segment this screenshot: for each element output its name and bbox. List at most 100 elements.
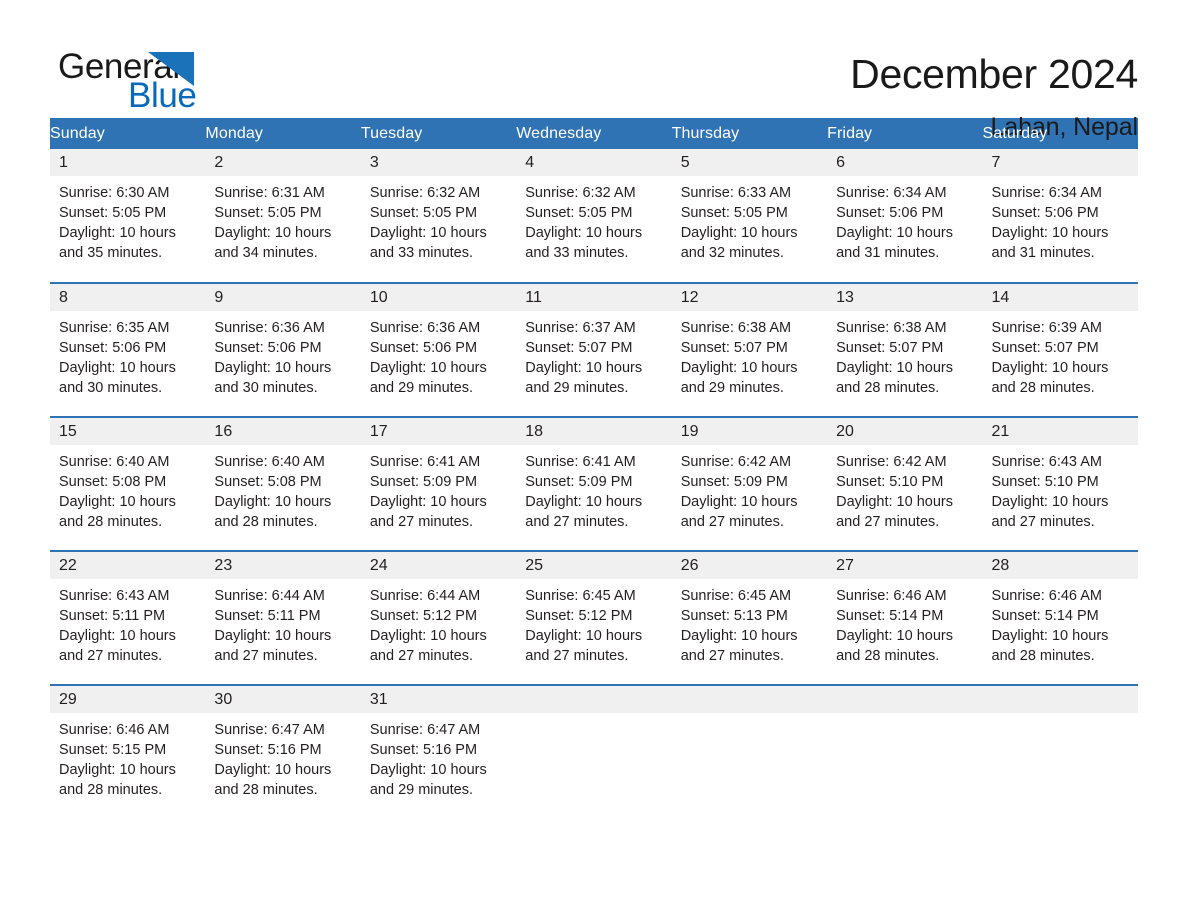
daylight-line1: Daylight: 10 hours	[680, 360, 798, 376]
daylight-line1: Daylight: 10 hours	[525, 360, 643, 376]
sunset-text: Sunset: 5:06 PM	[369, 340, 478, 356]
daylight-line1: Daylight: 10 hours	[59, 494, 176, 510]
daylight-line2: and 29 minutes.	[525, 380, 629, 396]
daylight-line2: and 28 minutes.	[59, 782, 163, 798]
day-cell[interactable]: 5 Sunrise: 6:33 AM Sunset: 5:05 PM Dayli…	[671, 149, 828, 283]
sunset-text: Sunset: 5:09 PM	[525, 474, 633, 490]
day-details: Sunrise: 6:44 AM Sunset: 5:11 PM Dayligh…	[205, 579, 360, 666]
sunrise-text: Sunrise: 6:36 AM	[214, 320, 325, 336]
daylight-line1: Daylight: 10 hours	[991, 360, 1109, 376]
sunrise-text: Sunrise: 6:46 AM	[59, 722, 170, 738]
daylight-line2: and 28 minutes.	[836, 648, 940, 664]
day-details: Sunrise: 6:43 AM Sunset: 5:11 PM Dayligh…	[50, 579, 205, 666]
sunset-text: Sunset: 5:11 PM	[59, 608, 166, 624]
daylight-line2: and 29 minutes.	[369, 380, 474, 396]
daylight-line2: and 31 minutes.	[836, 245, 940, 261]
day-number	[982, 686, 1138, 713]
sunrise-text: Sunrise: 6:35 AM	[59, 320, 170, 336]
day-cell[interactable]: 10 Sunrise: 6:36 AM Sunset: 5:06 PM Dayl…	[360, 282, 517, 417]
day-number: 3	[360, 149, 517, 176]
day-details: Sunrise: 6:45 AM Sunset: 5:12 PM Dayligh…	[516, 579, 671, 666]
day-cell[interactable]: 2 Sunrise: 6:31 AM Sunset: 5:05 PM Dayli…	[205, 149, 361, 283]
sunset-text: Sunset: 5:12 PM	[369, 608, 478, 624]
day-cell[interactable]: 4 Sunrise: 6:32 AM Sunset: 5:05 PM Dayli…	[516, 149, 672, 283]
day-cell[interactable]: 28 Sunrise: 6:46 AM Sunset: 5:14 PM Dayl…	[982, 550, 1138, 685]
day-number: 8	[50, 284, 206, 311]
day-cell[interactable]: 20 Sunrise: 6:42 AM Sunset: 5:10 PM Dayl…	[827, 416, 983, 551]
day-cell[interactable]: 24 Sunrise: 6:44 AM Sunset: 5:12 PM Dayl…	[360, 550, 517, 685]
sunrise-text: Sunrise: 6:31 AM	[214, 185, 325, 201]
sunrise-text: Sunrise: 6:43 AM	[991, 454, 1102, 470]
day-cell[interactable]: 13 Sunrise: 6:38 AM Sunset: 5:07 PM Dayl…	[827, 282, 983, 417]
week-row: 29 Sunrise: 6:46 AM Sunset: 5:15 PM Dayl…	[50, 684, 1138, 819]
sunset-text: Sunset: 5:07 PM	[680, 340, 788, 356]
sunset-text: Sunset: 5:06 PM	[836, 205, 944, 221]
day-cell[interactable]: 12 Sunrise: 6:38 AM Sunset: 5:07 PM Dayl…	[671, 282, 828, 417]
week-row: 15 Sunrise: 6:40 AM Sunset: 5:08 PM Dayl…	[50, 416, 1138, 551]
page-title: December 2024	[850, 51, 1138, 97]
daylight-line2: and 27 minutes.	[680, 514, 784, 530]
daylight-line1: Daylight: 10 hours	[214, 494, 332, 510]
day-cell[interactable]: 31 Sunrise: 6:47 AM Sunset: 5:16 PM Dayl…	[360, 684, 517, 819]
day-cell[interactable]: 3 Sunrise: 6:32 AM Sunset: 5:05 PM Dayli…	[360, 149, 517, 283]
day-cell[interactable]: 29 Sunrise: 6:46 AM Sunset: 5:15 PM Dayl…	[50, 684, 206, 819]
daylight-line2: and 27 minutes.	[525, 514, 629, 530]
sunrise-text: Sunrise: 6:36 AM	[369, 320, 481, 336]
day-details: Sunrise: 6:37 AM Sunset: 5:07 PM Dayligh…	[516, 311, 671, 398]
daylight-line1: Daylight: 10 hours	[214, 225, 332, 241]
calendar-table: Sunday Monday Tuesday Wednesday Thursday…	[50, 118, 1138, 819]
day-details: Sunrise: 6:45 AM Sunset: 5:13 PM Dayligh…	[672, 579, 827, 666]
day-cell[interactable]: 30 Sunrise: 6:47 AM Sunset: 5:16 PM Dayl…	[205, 684, 361, 819]
day-cell[interactable]: 9 Sunrise: 6:36 AM Sunset: 5:06 PM Dayli…	[205, 282, 361, 417]
daylight-line2: and 33 minutes.	[369, 245, 474, 261]
daylight-line1: Daylight: 10 hours	[369, 628, 487, 644]
day-number: 25	[516, 552, 672, 579]
day-cell[interactable]: 26 Sunrise: 6:45 AM Sunset: 5:13 PM Dayl…	[671, 550, 828, 685]
day-details: Sunrise: 6:34 AM Sunset: 5:06 PM Dayligh…	[827, 176, 982, 263]
daylight-line1: Daylight: 10 hours	[214, 628, 332, 644]
day-cell[interactable]: 21 Sunrise: 6:43 AM Sunset: 5:10 PM Dayl…	[982, 416, 1138, 551]
sunset-text: Sunset: 5:11 PM	[214, 608, 321, 624]
calendar-body: 1 Sunrise: 6:30 AM Sunset: 5:05 PM Dayli…	[50, 149, 1138, 819]
day-cell[interactable]: 25 Sunrise: 6:45 AM Sunset: 5:12 PM Dayl…	[516, 550, 672, 685]
day-cell[interactable]: 16 Sunrise: 6:40 AM Sunset: 5:08 PM Dayl…	[205, 416, 361, 551]
sunrise-text: Sunrise: 6:33 AM	[680, 185, 792, 201]
sunrise-text: Sunrise: 6:44 AM	[369, 588, 481, 604]
day-cell[interactable]: 18 Sunrise: 6:41 AM Sunset: 5:09 PM Dayl…	[516, 416, 672, 551]
sunrise-text: Sunrise: 6:34 AM	[991, 185, 1102, 201]
day-cell[interactable]: 11 Sunrise: 6:37 AM Sunset: 5:07 PM Dayl…	[516, 282, 672, 417]
day-number: 10	[360, 284, 517, 311]
sunset-text: Sunset: 5:08 PM	[214, 474, 322, 490]
day-cell[interactable]: 23 Sunrise: 6:44 AM Sunset: 5:11 PM Dayl…	[205, 550, 361, 685]
day-cell[interactable]: 6 Sunrise: 6:34 AM Sunset: 5:06 PM Dayli…	[827, 149, 983, 283]
day-cell[interactable]: 15 Sunrise: 6:40 AM Sunset: 5:08 PM Dayl…	[50, 416, 206, 551]
sunrise-text: Sunrise: 6:45 AM	[680, 588, 792, 604]
daylight-line2: and 30 minutes.	[214, 380, 318, 396]
day-details: Sunrise: 6:43 AM Sunset: 5:10 PM Dayligh…	[983, 445, 1138, 532]
sunset-text: Sunset: 5:07 PM	[991, 340, 1099, 356]
day-cell[interactable]: 7 Sunrise: 6:34 AM Sunset: 5:06 PM Dayli…	[982, 149, 1138, 283]
day-cell[interactable]: 27 Sunrise: 6:46 AM Sunset: 5:14 PM Dayl…	[827, 550, 983, 685]
general-blue-logo: General Blue	[50, 48, 270, 115]
day-number: 29	[50, 686, 206, 713]
sunset-text: Sunset: 5:05 PM	[369, 205, 478, 221]
sunrise-text: Sunrise: 6:44 AM	[214, 588, 325, 604]
day-cell[interactable]: 19 Sunrise: 6:42 AM Sunset: 5:09 PM Dayl…	[671, 416, 828, 551]
day-cell[interactable]: 22 Sunrise: 6:43 AM Sunset: 5:11 PM Dayl…	[50, 550, 206, 685]
day-details: Sunrise: 6:30 AM Sunset: 5:05 PM Dayligh…	[50, 176, 205, 263]
sunrise-text: Sunrise: 6:47 AM	[214, 722, 325, 738]
day-cell[interactable]: 14 Sunrise: 6:39 AM Sunset: 5:07 PM Dayl…	[982, 282, 1138, 417]
daylight-line1: Daylight: 10 hours	[836, 494, 953, 510]
day-cell[interactable]: 17 Sunrise: 6:41 AM Sunset: 5:09 PM Dayl…	[360, 416, 517, 551]
day-cell[interactable]: 8 Sunrise: 6:35 AM Sunset: 5:06 PM Dayli…	[50, 282, 206, 417]
day-number: 16	[205, 418, 361, 445]
sunset-text: Sunset: 5:05 PM	[59, 205, 167, 221]
daylight-line1: Daylight: 10 hours	[525, 628, 643, 644]
sunrise-text: Sunrise: 6:38 AM	[836, 320, 947, 336]
day-details: Sunrise: 6:47 AM Sunset: 5:16 PM Dayligh…	[361, 713, 516, 800]
daylight-line1: Daylight: 10 hours	[991, 494, 1109, 510]
day-cell[interactable]: 1 Sunrise: 6:30 AM Sunset: 5:05 PM Dayli…	[50, 149, 206, 283]
calendar-page: General Blue December 2024 Lahan, Nepal …	[0, 0, 1188, 918]
sunrise-text: Sunrise: 6:40 AM	[59, 454, 170, 470]
day-number: 31	[360, 686, 517, 713]
